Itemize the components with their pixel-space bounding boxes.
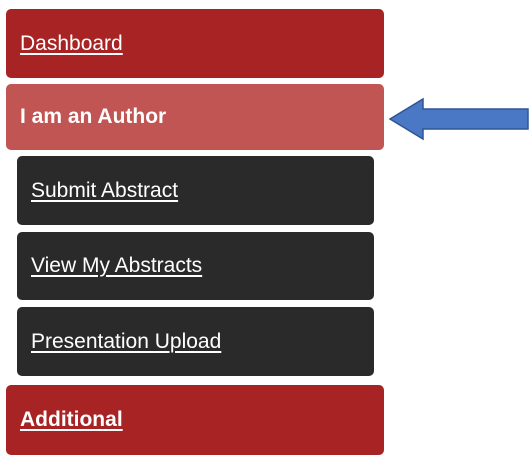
nav-item-dashboard[interactable]: Dashboard (6, 9, 384, 78)
submenu-item-submit-abstract[interactable]: Submit Abstract (17, 156, 374, 225)
submenu-item-label[interactable]: View My Abstracts (31, 254, 202, 278)
submenu-item-view-my-abstracts[interactable]: View My Abstracts (17, 232, 374, 300)
nav-item-author-label: I am an Author (20, 105, 167, 128)
submenu-item-presentation-upload[interactable]: Presentation Upload (17, 307, 374, 376)
submenu-item-label[interactable]: Submit Abstract (31, 179, 178, 203)
nav-item-additional-label[interactable]: Additional (20, 408, 123, 432)
nav-item-dashboard-label[interactable]: Dashboard (20, 32, 123, 56)
submenu-item-label[interactable]: Presentation Upload (31, 330, 221, 354)
left-arrow-icon (388, 97, 529, 141)
nav-item-additional[interactable]: Additional (6, 385, 384, 455)
nav-item-i-am-an-author[interactable]: I am an Author (6, 84, 384, 150)
